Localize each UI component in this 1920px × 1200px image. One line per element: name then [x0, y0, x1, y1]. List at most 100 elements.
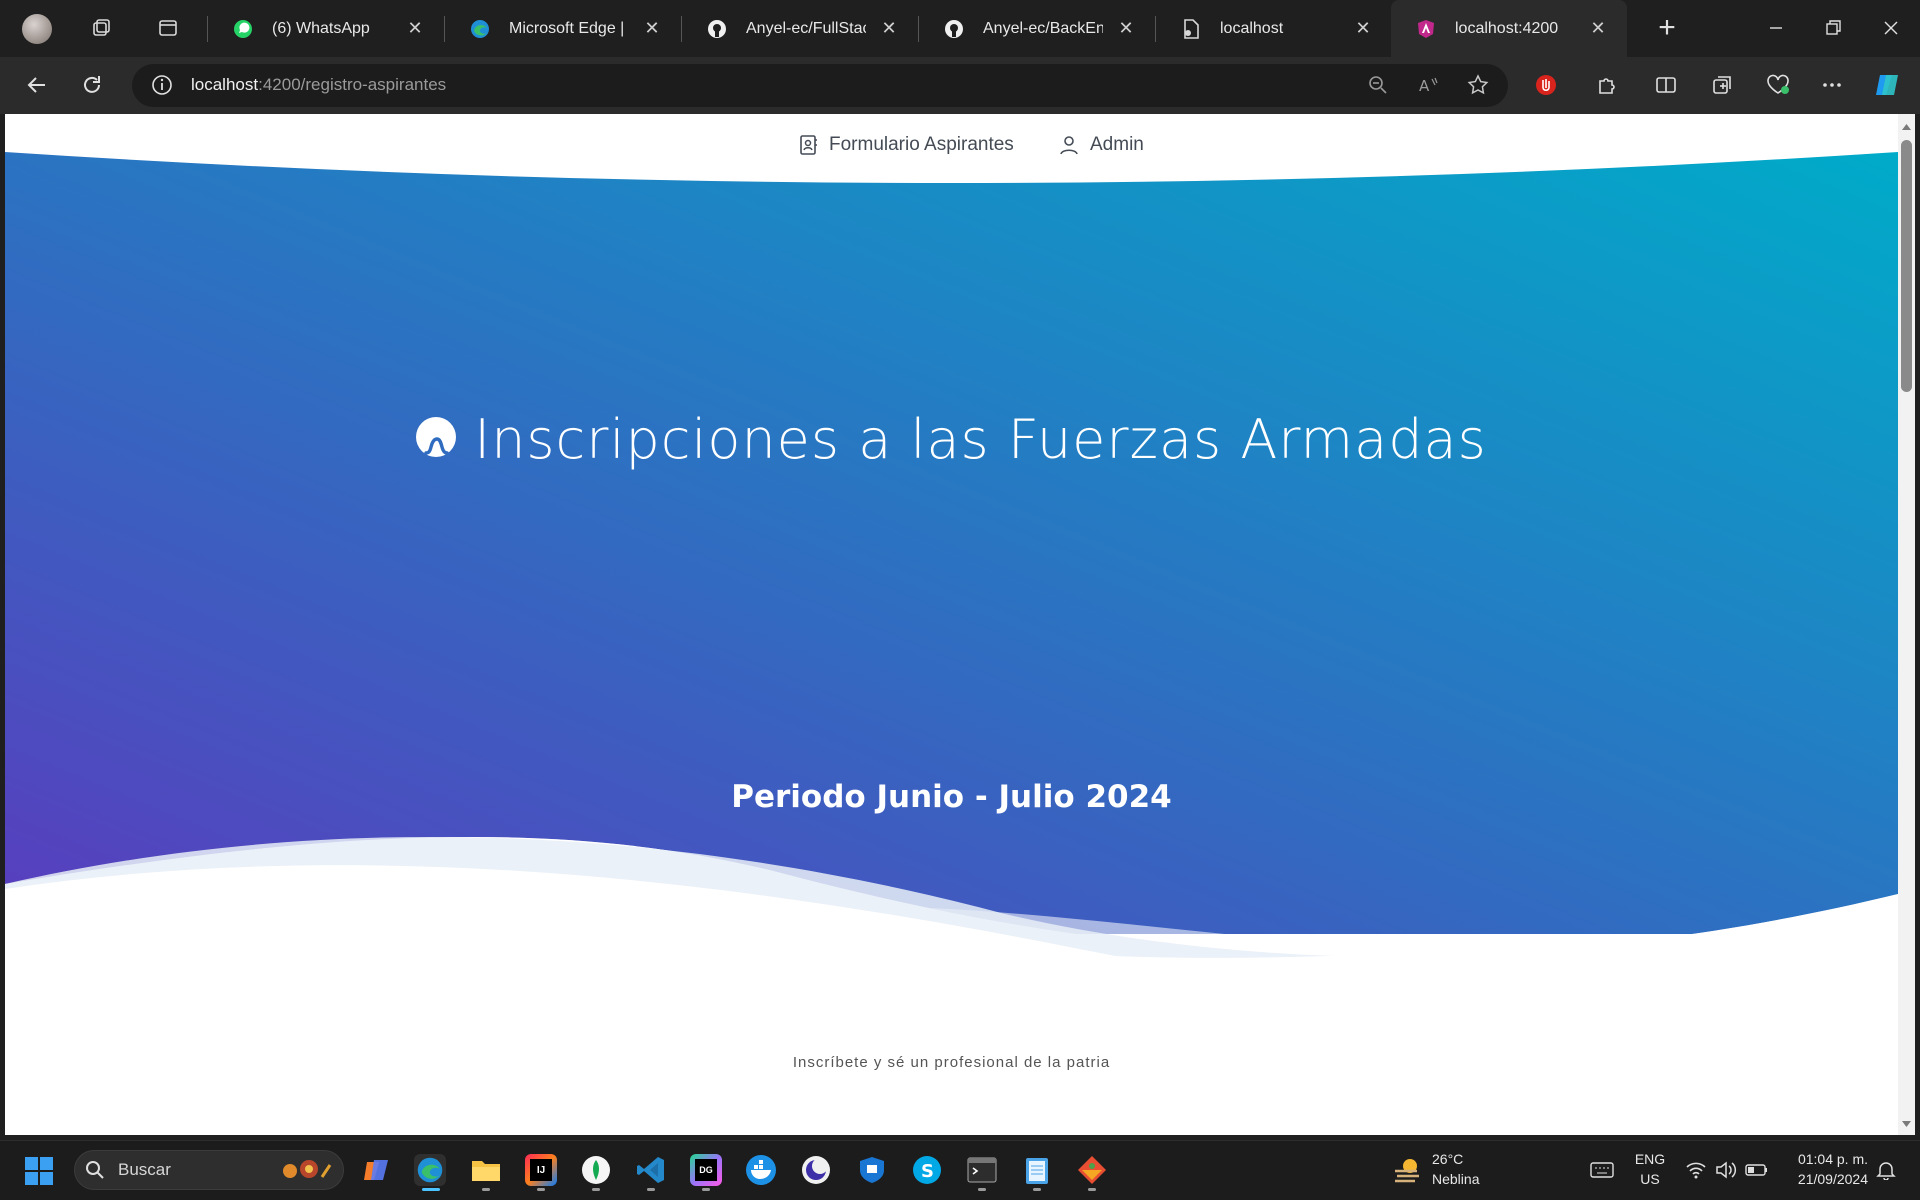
file-explorer-icon[interactable]	[470, 1154, 502, 1186]
search-icon	[85, 1160, 105, 1180]
page-icon	[1180, 18, 1202, 40]
tab-title: Anyel-ec/BackEnd	[983, 19, 1103, 37]
terminal-icon[interactable]	[966, 1154, 998, 1186]
docker-icon[interactable]	[745, 1154, 777, 1186]
skype-icon[interactable]: S	[911, 1154, 943, 1186]
datagrip-icon[interactable]: DG	[690, 1154, 722, 1186]
language-line1[interactable]: ENG	[1630, 1151, 1670, 1167]
collections-icon[interactable]	[1708, 71, 1736, 99]
minimize-icon[interactable]	[1765, 17, 1787, 39]
notepad-icon[interactable]	[1021, 1154, 1053, 1186]
search-highlight-icon	[280, 1157, 336, 1183]
tab-actions-icon[interactable]	[157, 17, 179, 39]
running-indicator	[1033, 1188, 1041, 1191]
running-indicator	[1088, 1188, 1096, 1191]
copilot-app-icon[interactable]	[361, 1154, 393, 1186]
weather-icon[interactable]	[1392, 1155, 1422, 1185]
edge-app-icon[interactable]	[414, 1154, 446, 1186]
clock-date[interactable]: 21/09/2024	[1778, 1171, 1868, 1187]
language-line2[interactable]: US	[1630, 1171, 1670, 1187]
tab-github-fullstack[interactable]: Anyel-ec/FullStack ✕	[682, 0, 918, 57]
page-viewport: Formulario Aspirantes Admin Inscripcione…	[5, 114, 1898, 1135]
close-tab-icon[interactable]: ✕	[1587, 17, 1609, 39]
close-tab-icon[interactable]: ✕	[1352, 17, 1374, 39]
back-arrow-icon[interactable]	[23, 71, 51, 99]
running-indicator	[647, 1188, 655, 1191]
tab-title: Microsoft Edge | N	[509, 19, 629, 37]
hero-background	[5, 152, 1898, 1135]
restore-icon[interactable]	[1822, 17, 1844, 39]
close-tab-icon[interactable]: ✕	[1115, 17, 1137, 39]
copilot-icon[interactable]	[1872, 69, 1904, 101]
wifi-icon[interactable]	[1685, 1160, 1707, 1180]
close-window-icon[interactable]	[1880, 17, 1902, 39]
search-placeholder: Buscar	[118, 1160, 171, 1179]
weather-condition[interactable]: Neblina	[1432, 1171, 1479, 1187]
extensions-icon[interactable]	[1593, 71, 1621, 99]
user-icon	[1058, 134, 1080, 156]
url-path: :4200/registro-aspirantes	[258, 75, 447, 94]
close-tab-icon[interactable]: ✕	[641, 17, 663, 39]
zoom-out-icon[interactable]	[1364, 71, 1392, 99]
svg-text:S: S	[921, 1161, 934, 1182]
nav-formulario-aspirantes[interactable]: Formulario Aspirantes	[797, 134, 1014, 156]
period-heading: Periodo Junio - Julio 2024	[731, 779, 1172, 815]
close-tab-icon[interactable]: ✕	[878, 17, 900, 39]
running-indicator	[592, 1188, 600, 1191]
running-indicator	[702, 1188, 710, 1191]
running-indicator	[482, 1188, 490, 1191]
workspaces-icon[interactable]	[90, 17, 112, 39]
tab-localhost[interactable]: localhost ✕	[1156, 0, 1392, 57]
adblock-extension-icon[interactable]	[1532, 71, 1560, 99]
tab-strip: (6) WhatsApp ✕ Microsoft Edge | N ✕ Anye…	[0, 0, 1920, 57]
wave-logo-icon	[416, 417, 457, 458]
github-icon	[943, 18, 965, 40]
edge-icon	[469, 18, 491, 40]
scroll-up-icon[interactable]	[1901, 119, 1912, 130]
close-tab-icon[interactable]: ✕	[404, 17, 426, 39]
notification-bell-icon[interactable]	[1876, 1160, 1896, 1181]
nav-label: Admin	[1090, 134, 1144, 155]
svg-text:A: A	[1419, 77, 1430, 95]
address-url[interactable]: localhost:4200/registro-aspirantes	[191, 75, 446, 95]
vscode-icon[interactable]	[635, 1154, 667, 1186]
tab-localhost-4200[interactable]: localhost:4200 ✕	[1391, 0, 1627, 57]
tagline: Inscríbete y sé un profesional de la pat…	[792, 1054, 1111, 1071]
git-gui-icon[interactable]	[1076, 1154, 1108, 1186]
running-indicator	[422, 1188, 440, 1191]
intellij-icon[interactable]: IJ	[525, 1154, 557, 1186]
shield-app-icon[interactable]	[856, 1154, 888, 1186]
read-aloud-icon[interactable]: A	[1414, 71, 1442, 99]
new-tab-button[interactable]: +	[1652, 10, 1682, 46]
nav-label: Formulario Aspirantes	[829, 134, 1014, 155]
scrollbar-thumb[interactable]	[1901, 140, 1912, 392]
tab-title: Anyel-ec/FullStack	[746, 19, 866, 37]
battery-icon[interactable]	[1745, 1162, 1769, 1178]
tab-title: (6) WhatsApp	[272, 19, 370, 37]
mongodb-compass-icon[interactable]	[580, 1154, 612, 1186]
split-screen-icon[interactable]	[1652, 71, 1680, 99]
nav-admin[interactable]: Admin	[1058, 134, 1144, 156]
tab-microsoft-edge[interactable]: Microsoft Edge | N ✕	[445, 0, 681, 57]
favorite-star-icon[interactable]	[1464, 71, 1492, 99]
profile-avatar[interactable]	[22, 14, 52, 44]
refresh-icon[interactable]	[78, 71, 106, 99]
running-indicator	[978, 1188, 986, 1191]
keyboard-icon[interactable]	[1590, 1161, 1614, 1179]
running-indicator	[537, 1188, 545, 1191]
browser-essentials-icon[interactable]	[1764, 71, 1792, 99]
weather-temp[interactable]: 26°C	[1432, 1151, 1463, 1167]
start-windows-icon[interactable]	[24, 1156, 54, 1186]
site-info-icon[interactable]	[148, 71, 176, 99]
tab-title: localhost	[1220, 19, 1284, 37]
url-host: localhost	[191, 75, 259, 94]
clock-time[interactable]: 01:04 p. m.	[1778, 1151, 1868, 1167]
moon-app-icon[interactable]	[800, 1154, 832, 1186]
volume-icon[interactable]	[1715, 1160, 1737, 1180]
tab-github-backend[interactable]: Anyel-ec/BackEnd ✕	[919, 0, 1155, 57]
scroll-down-icon[interactable]	[1901, 1116, 1912, 1127]
whatsapp-icon	[232, 18, 254, 40]
more-options-icon[interactable]	[1818, 71, 1846, 99]
github-icon	[706, 18, 728, 40]
tab-whatsapp[interactable]: (6) WhatsApp ✕	[208, 0, 444, 57]
